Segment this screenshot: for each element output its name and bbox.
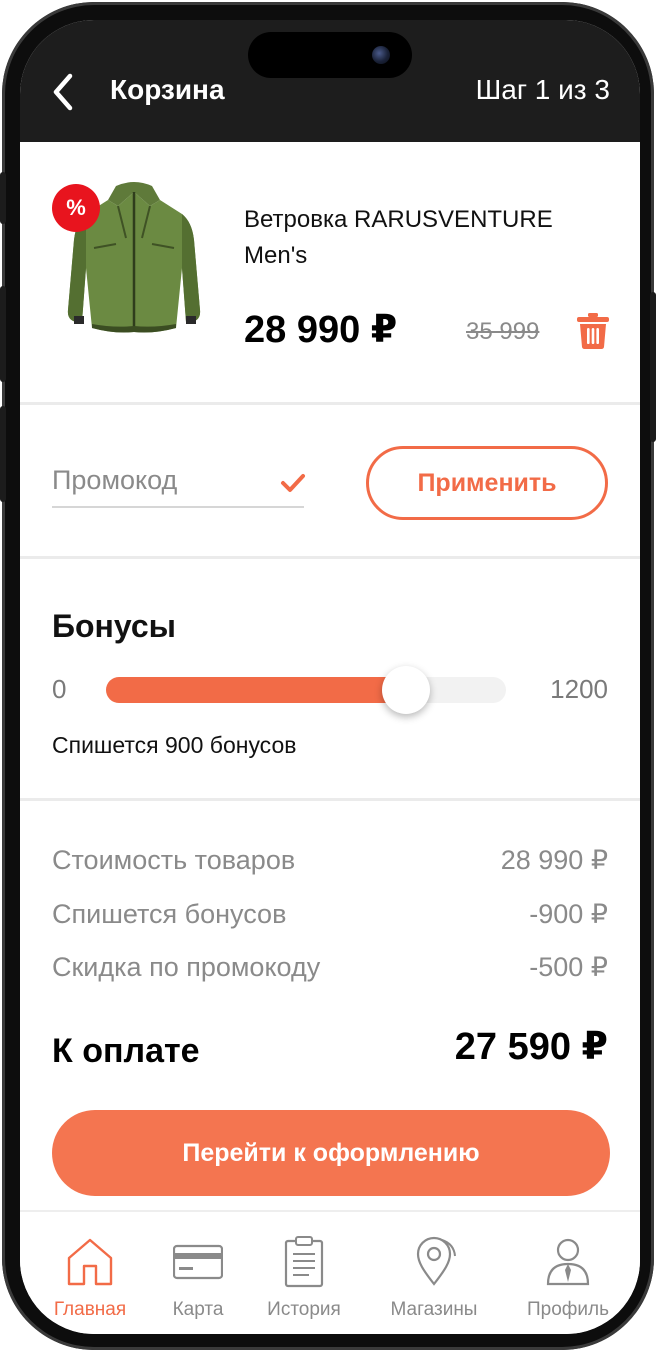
bottom-tab-bar: Главная Карта История Магазины Профиль [20,1210,640,1334]
total-label: К оплате [52,1032,200,1070]
summary-label: Спишется бонусов [52,899,287,929]
app-header: Корзина Шаг 1 из 3 [20,20,640,142]
chevron-left-icon [53,73,73,111]
divider [20,798,640,801]
summary-row-bonuses: Спишется бонусов -900 ₽ [52,896,608,932]
volume-up-button [0,286,6,382]
back-button[interactable] [50,72,80,112]
bonus-min-label: 0 [52,674,67,704]
map-pin-icon [416,1236,456,1286]
promo-code-input[interactable] [52,454,304,508]
tab-history[interactable]: История [242,1212,366,1334]
card-icon [173,1244,223,1280]
bonus-slider-fill [106,677,406,703]
bonus-note: Спишется 900 бонусов [52,732,297,758]
history-icon [284,1236,324,1288]
bonus-slider-thumb[interactable] [382,666,430,714]
apply-promo-button[interactable]: Применить [366,446,608,520]
home-icon [67,1238,113,1286]
total-value: 27 590 ₽ [454,1026,608,1068]
divider [20,402,640,405]
profile-icon [546,1238,590,1286]
bonus-max-label: 1200 [550,674,608,704]
tab-label: Главная [53,1299,127,1320]
step-indicator: Шаг 1 из 3 [475,74,610,105]
divider [20,556,640,559]
mute-switch [0,172,6,224]
summary-value: -500 ₽ [529,952,608,982]
tab-profile[interactable]: Профиль [506,1212,630,1334]
summary-value: -900 ₽ [529,899,608,929]
tab-stores[interactable]: Магазины [372,1212,496,1334]
tab-home[interactable]: Главная [28,1212,152,1334]
page-title: Корзина [110,74,225,105]
summary-label: Стоимость товаров [52,845,296,875]
tab-label: История [267,1299,341,1320]
product-name[interactable]: Ветровка RARUSVENTURE Men's [244,202,604,274]
camera-lens [372,46,390,64]
bonuses-title: Бонусы [52,608,176,644]
delete-item-button[interactable] [576,312,610,350]
tab-label: Магазины [390,1299,478,1320]
product-price: 28 990 ₽ [244,309,398,351]
product-old-price: 35 999 [466,318,540,345]
trash-icon [577,313,609,349]
phone-frame: Корзина Шаг 1 из 3 % Ветровка RARUSVENTU… [0,2,656,1350]
summary-value: 28 990 ₽ [500,845,608,875]
checkout-button[interactable]: Перейти к оформлению [52,1110,610,1196]
volume-down-button [0,406,6,502]
tab-label: Профиль [526,1299,610,1320]
bonus-slider[interactable] [106,666,506,714]
sale-badge: % [52,184,100,232]
summary-row-promo-discount: Скидка по промокоду -500 ₽ [52,949,608,985]
cart-item: % Ветровка RARUSVENTURE Men's 28 990 ₽ 3… [20,142,640,404]
summary-row-items-cost: Стоимость товаров 28 990 ₽ [52,842,608,878]
summary-label: Скидка по промокоду [52,952,321,982]
check-icon [281,474,305,492]
screen: Корзина Шаг 1 из 3 % Ветровка RARUSVENTU… [20,20,640,1334]
power-button [650,292,656,442]
